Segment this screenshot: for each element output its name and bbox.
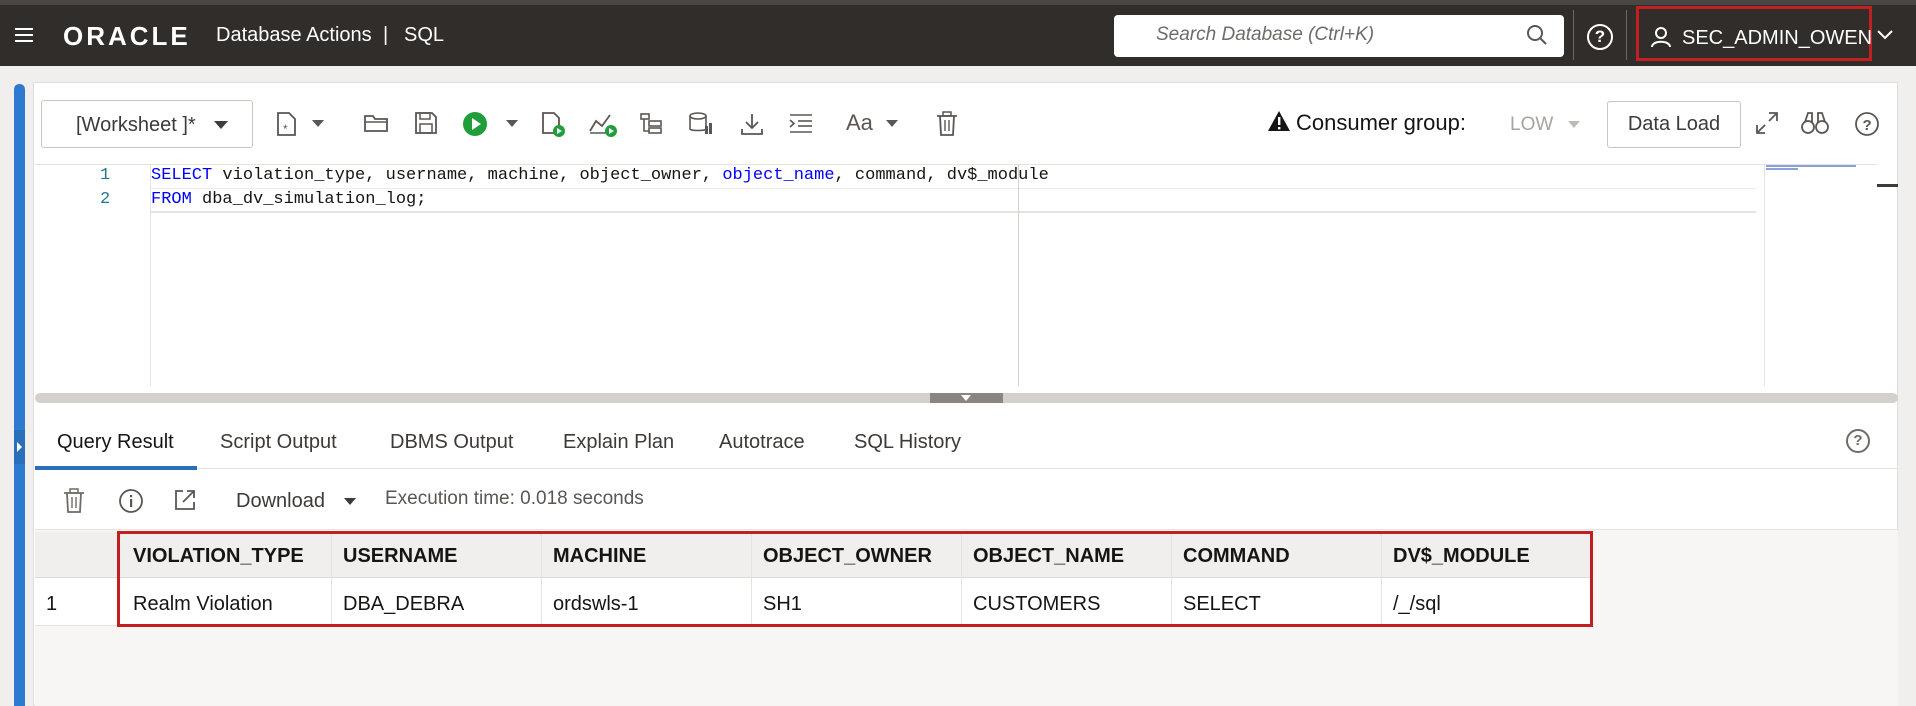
help-icon[interactable]: ? (1846, 429, 1870, 453)
search-icon[interactable] (1526, 24, 1548, 46)
database-stats-icon[interactable] (688, 111, 714, 137)
minimap-line (1766, 165, 1856, 167)
tab-autotrace[interactable]: Autotrace (719, 431, 805, 454)
format-indent-icon[interactable] (788, 111, 814, 135)
svg-text:?: ? (1863, 117, 1872, 134)
trash-icon[interactable] (63, 488, 85, 514)
tab-explain-plan[interactable]: Explain Plan (563, 431, 674, 454)
expand-panel-handle[interactable] (14, 430, 25, 464)
run-statement-icon[interactable] (462, 111, 488, 137)
app-title: Database Actions (216, 24, 372, 46)
chevron-down-icon[interactable] (506, 120, 518, 127)
chevron-down-icon[interactable] (1568, 121, 1580, 128)
current-line-highlight (151, 188, 1756, 189)
search-input[interactable] (1156, 15, 1516, 55)
svg-text:*: * (283, 122, 288, 136)
download-icon[interactable] (740, 111, 764, 137)
code-text: , command, dv$_module (834, 166, 1049, 185)
splitter-handle[interactable] (930, 393, 1003, 403)
left-panel-strip (14, 84, 25, 706)
consumer-group-label: Consumer group: (1296, 110, 1466, 135)
tab-dbms-output[interactable]: DBMS Output (390, 431, 513, 454)
page-title: SQL (404, 24, 445, 46)
divider (1626, 10, 1627, 60)
chevron-down-icon[interactable] (344, 498, 356, 505)
chevron-down-icon (214, 121, 228, 129)
line-number: 2 (100, 190, 111, 209)
result-highlight-box (117, 531, 1593, 627)
sql-identifier: object_name (722, 166, 835, 185)
user-icon (1651, 27, 1671, 48)
new-worksheet-icon[interactable]: * (275, 111, 299, 137)
worksheet-selector[interactable]: [Worksheet ]* (41, 100, 253, 148)
line-number: 1 (100, 166, 111, 185)
chevron-down-icon[interactable] (1876, 28, 1894, 42)
trash-icon[interactable] (936, 111, 958, 137)
font-size-icon[interactable]: Aa (846, 110, 873, 136)
editor-minimap[interactable] (1764, 164, 1877, 386)
binoculars-icon[interactable] (1801, 111, 1829, 135)
help-icon[interactable]: ? (1854, 111, 1880, 137)
current-line-highlight (151, 211, 1756, 213)
divider (1573, 10, 1574, 60)
help-icon[interactable]: ? (1587, 24, 1613, 50)
code-text: dba_dv_simulation_log; (191, 190, 427, 209)
code-line[interactable]: FROM dba_dv_simulation_log; (151, 190, 426, 209)
sql-keyword: FROM (151, 190, 192, 209)
tab-query-result[interactable]: Query Result (57, 431, 174, 454)
tab-sql-history[interactable]: SQL History (854, 431, 961, 454)
execution-time: Execution time: 0.018 seconds (385, 488, 644, 509)
open-folder-icon[interactable] (363, 111, 389, 135)
code-line[interactable]: SELECT violation_type, username, machine… (151, 166, 1049, 185)
open-in-new-icon[interactable] (173, 488, 197, 512)
row-number: 1 (46, 593, 58, 615)
expand-icon[interactable] (1755, 111, 1779, 135)
code-text: violation_type, username, machine, objec… (212, 166, 723, 185)
hamburger-menu-icon[interactable] (15, 28, 33, 42)
save-icon[interactable] (414, 111, 438, 135)
download-menu[interactable]: Download (236, 490, 325, 513)
consumer-group-select[interactable]: LOW (1510, 114, 1553, 136)
oracle-logo: ORACLE (63, 21, 191, 51)
data-load-button[interactable]: Data Load (1607, 101, 1741, 148)
title-separator: | (383, 24, 389, 46)
sql-keyword: SELECT (151, 166, 213, 185)
minimap-line (1766, 168, 1798, 170)
info-icon[interactable] (118, 488, 144, 514)
worksheet-label: [Worksheet ]* (76, 114, 196, 136)
chevron-down-icon[interactable] (312, 120, 324, 127)
run-script-icon[interactable] (540, 111, 566, 137)
explain-plan-icon[interactable] (588, 111, 618, 137)
tab-script-output[interactable]: Script Output (220, 431, 337, 454)
line-number-gutter (35, 164, 151, 386)
autotrace-icon[interactable] (639, 111, 663, 135)
warning-icon (1268, 111, 1290, 131)
print-margin-line (1018, 164, 1019, 386)
minimap-slider[interactable] (1877, 184, 1898, 187)
user-name[interactable]: SEC_ADMIN_OWEN (1682, 27, 1872, 50)
chevron-down-icon[interactable] (886, 120, 898, 127)
search-database-box[interactable] (1114, 15, 1564, 57)
